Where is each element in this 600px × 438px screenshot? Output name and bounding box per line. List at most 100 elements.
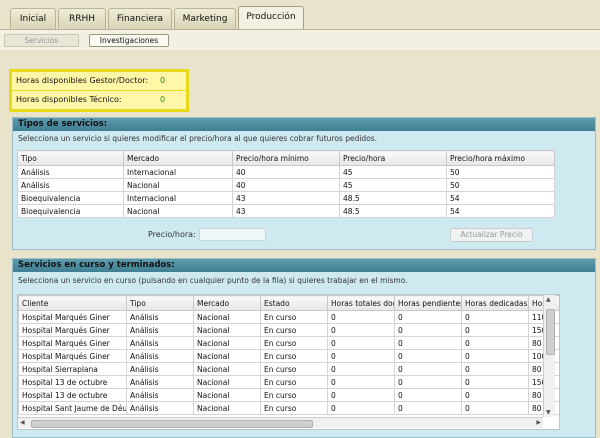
- service-table-cell: Análisis: [126, 388, 194, 402]
- service-column-header[interactable]: Cliente: [18, 295, 127, 311]
- tab-inicial[interactable]: Inicial: [10, 8, 56, 29]
- service-type-table-cell: 50: [446, 178, 555, 192]
- service-types-subtitle: Selecciona un servicio si quieres modifi…: [18, 134, 378, 143]
- service-type-column-header[interactable]: Mercado: [123, 150, 233, 166]
- service-table-row[interactable]: Hospital 13 de octubre Análisis Nacional En…: [18, 388, 559, 402]
- service-type-table-cell: Nacional: [123, 204, 233, 218]
- service-column-header[interactable]: Estado: [260, 295, 328, 311]
- service-column-header[interactable]: Mercado: [193, 295, 261, 311]
- service-table-row[interactable]: Hospital Marqués Giner Análisis Nacional En…: [18, 310, 559, 324]
- service-type-table-row[interactable]: Bioequivalencia Internacional 43 48.5 54: [17, 191, 555, 205]
- service-type-column-header[interactable]: Tipo: [17, 150, 124, 166]
- service-table-cell: Análisis: [126, 323, 194, 337]
- service-column-header[interactable]: Horas totales doc: [327, 295, 395, 311]
- service-table-cell: 0: [327, 323, 395, 337]
- service-type-table-cell: 54: [446, 204, 555, 218]
- service-type-table-cell: Análisis: [17, 165, 124, 179]
- service-table-cell: 0: [461, 349, 529, 363]
- hours-divider: [12, 90, 186, 91]
- service-table-cell: Hospital 13 de octubre: [18, 388, 127, 402]
- service-table-row[interactable]: Hospital Marqués Giner Análisis Nacional En…: [18, 336, 559, 350]
- tab-produccion[interactable]: Producción: [238, 6, 304, 30]
- service-table-cell: 0: [327, 336, 395, 350]
- service-type-column-header[interactable]: Precio/hora máximo: [446, 150, 555, 166]
- service-table-cell: 0: [327, 310, 395, 324]
- service-table-cell: En curso: [260, 388, 328, 402]
- service-table-cell: Análisis: [126, 336, 194, 350]
- service-types-title: Tipos de servicios:: [13, 118, 595, 131]
- service-type-column-header[interactable]: Precio/hora: [339, 150, 447, 166]
- service-type-table-row[interactable]: Bioequivalencia Nacional 43 48.5 54: [17, 204, 555, 218]
- service-table-cell: En curso: [260, 336, 328, 350]
- service-table-cell: 0: [394, 323, 462, 337]
- service-table-cell: 0: [461, 310, 529, 324]
- service-table-cell: Hospital Sierraplana: [18, 362, 127, 376]
- scroll-up-arrow-icon[interactable]: ▲: [546, 296, 551, 303]
- service-type-table-cell: 50: [446, 165, 555, 179]
- service-table-cell: Análisis: [126, 401, 194, 415]
- service-table-cell: 0: [461, 401, 529, 415]
- service-table-cell: 0: [327, 362, 395, 376]
- subtab-investigaciones[interactable]: Investigaciones: [89, 34, 169, 47]
- tecnico-hours-value: 0: [160, 95, 166, 104]
- gestor-hours-value: 0: [160, 76, 166, 85]
- service-table-cell: Nacional: [193, 375, 261, 389]
- tab-rrhh[interactable]: RRHH: [58, 8, 106, 29]
- service-table-cell: 0: [327, 388, 395, 402]
- service-table-row[interactable]: Hospital 13 de octubre Análisis Nacional En…: [18, 375, 559, 389]
- service-table-cell: 0: [461, 323, 529, 337]
- services-in-progress-subtitle: Selecciona un servicio en curso (pulsand…: [18, 276, 408, 285]
- service-table-cell: En curso: [260, 349, 328, 363]
- subtab-servicios[interactable]: Servicios: [4, 34, 79, 47]
- service-types-table: Tipo Mercado Precio/hora mínimo Precio/hora…: [17, 150, 555, 218]
- service-table-cell: 0: [461, 362, 529, 376]
- service-type-table-cell: 43: [232, 204, 340, 218]
- services-table-horizontal-scrollbar[interactable]: ◀ ▶: [18, 417, 543, 428]
- services-table-vertical-scrollbar[interactable]: ▲ ▼: [543, 295, 555, 417]
- service-table-cell: Nacional: [193, 349, 261, 363]
- service-table-cell: En curso: [260, 362, 328, 376]
- scroll-right-arrow-icon[interactable]: ▶: [536, 419, 541, 426]
- service-table-cell: Hospital Marqués Giner: [18, 310, 127, 324]
- service-type-table-row[interactable]: Análisis Nacional 40 45 50: [17, 178, 555, 192]
- service-table-cell: 0: [461, 388, 529, 402]
- tecnico-hours-label: Horas disponibles Técnico:: [16, 95, 122, 104]
- update-price-button[interactable]: Actualizar Precio: [450, 228, 533, 242]
- services-in-progress-title: Servicios en curso y terminados:: [13, 259, 595, 272]
- service-type-column-header[interactable]: Precio/hora mínimo: [232, 150, 340, 166]
- service-table-cell: 0: [394, 401, 462, 415]
- horizontal-scroll-thumb[interactable]: [31, 420, 313, 428]
- services-in-progress-panel: Servicios en curso y terminados: Selecci…: [12, 258, 596, 438]
- price-input[interactable]: [199, 228, 266, 241]
- service-table-row[interactable]: Hospital Marqués Giner Análisis Nacional En…: [18, 349, 559, 363]
- service-column-header[interactable]: Horas pendientes: [394, 295, 462, 311]
- service-type-table-row[interactable]: Análisis Internacional 40 45 50: [17, 165, 555, 179]
- service-table-row[interactable]: Hospital Sierraplana Análisis Nacional En c…: [18, 362, 559, 376]
- service-table-row[interactable]: Hospital Sant Jaume de Déu Análisis Nacion…: [18, 401, 559, 415]
- service-column-header[interactable]: Horas dedicadas -: [461, 295, 529, 311]
- service-type-table-cell: Internacional: [123, 191, 233, 205]
- service-table-row[interactable]: Hospital Marqués Giner Análisis Nacional En…: [18, 323, 559, 337]
- service-table-cell: Hospital Sant Jaume de Déu: [18, 401, 127, 415]
- service-table-cell: 0: [327, 401, 395, 415]
- scroll-down-arrow-icon[interactable]: ▼: [546, 409, 551, 416]
- service-table-cell: Análisis: [126, 375, 194, 389]
- service-table-cell: 0: [394, 388, 462, 402]
- service-table-cell: Análisis: [126, 362, 194, 376]
- service-type-table-cell: Bioequivalencia: [17, 204, 124, 218]
- service-column-header[interactable]: Tipo: [126, 295, 194, 311]
- services-in-progress-table: Cliente Tipo Mercado Estado Horas totales do…: [18, 295, 559, 415]
- service-type-table-cell: 45: [339, 165, 447, 179]
- service-type-table-cell: Internacional: [123, 165, 233, 179]
- available-hours-box: Horas disponibles Gestor/Doctor: 0 Horas…: [9, 69, 189, 112]
- service-table-cell: 0: [394, 349, 462, 363]
- service-table-cell: 0: [327, 375, 395, 389]
- tab-marketing[interactable]: Marketing: [174, 8, 236, 29]
- service-type-table-cell: 40: [232, 165, 340, 179]
- service-type-table-cell: Nacional: [123, 178, 233, 192]
- scroll-left-arrow-icon[interactable]: ◀: [20, 419, 25, 426]
- vertical-scroll-thumb[interactable]: [546, 309, 555, 355]
- service-table-cell: Nacional: [193, 323, 261, 337]
- tab-financiera[interactable]: Financiera: [108, 8, 172, 29]
- service-type-table-cell: Análisis: [17, 178, 124, 192]
